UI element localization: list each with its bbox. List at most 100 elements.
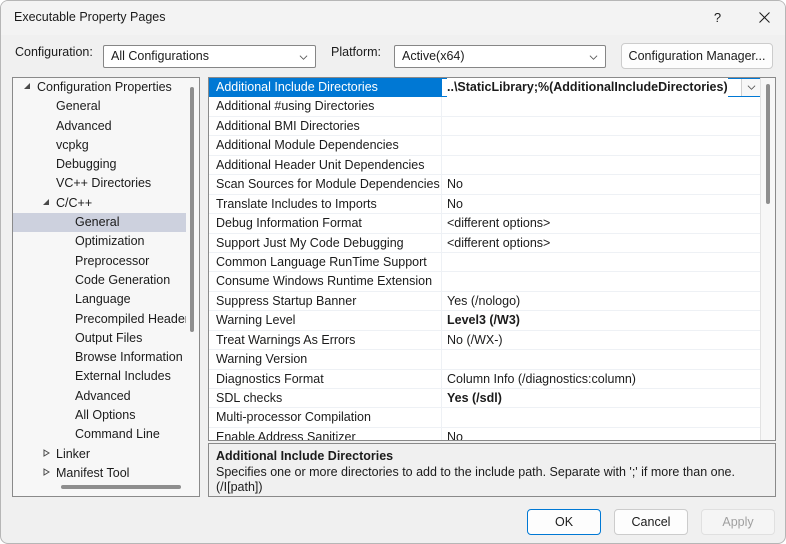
property-name: Translate Includes to Imports — [216, 196, 377, 211]
cancel-button[interactable]: Cancel — [614, 509, 688, 535]
property-row[interactable]: Consume Windows Runtime Extension — [209, 272, 762, 292]
property-row[interactable]: Additional Header Unit Dependencies — [209, 155, 762, 176]
tree-item-label: External Includes — [75, 369, 171, 384]
property-row[interactable]: Warning Version — [209, 350, 762, 370]
tree-vertical-scrollbar[interactable] — [186, 79, 198, 480]
tree-item-label: Language — [75, 292, 131, 307]
column-divider — [441, 272, 442, 292]
tree-item-vc-directories[interactable]: VC++ Directories — [13, 174, 187, 193]
tree-item-optimization[interactable]: Optimization — [13, 232, 187, 251]
help-button[interactable]: ? — [695, 1, 740, 34]
property-row[interactable]: Debug Information Format <different optio… — [209, 214, 762, 234]
property-name: Treat Warnings As Errors — [216, 332, 356, 347]
tree-item-label: Advanced — [56, 118, 112, 133]
property-value: No (/WX-) — [447, 332, 503, 347]
tree-item-code-generation[interactable]: Code Generation — [13, 271, 187, 290]
property-tree-viewport: Configuration Properties General Advanced v… — [13, 78, 187, 481]
column-divider — [441, 369, 442, 389]
property-row[interactable]: Treat Warnings As Errors No (/WX-) — [209, 330, 762, 351]
tree-item-label: Optimization — [75, 234, 145, 249]
property-row[interactable]: Translate Includes to Imports No — [209, 194, 762, 215]
tree-item-label: VC++ Directories — [56, 176, 152, 191]
property-row[interactable]: Common Language RunTime Support — [209, 252, 762, 273]
tree-item-linker[interactable]: Linker — [13, 445, 187, 464]
property-name: SDL checks — [216, 391, 283, 405]
property-value: ..\StaticLibrary;%(AdditionalIncludeDire… — [447, 78, 728, 98]
ok-button[interactable]: OK — [527, 509, 601, 535]
close-icon — [759, 12, 770, 23]
property-row[interactable]: Additional Module Dependencies — [209, 136, 762, 156]
tree-item-label: Advanced — [75, 388, 131, 403]
property-row[interactable]: Support Just My Code Debugging <different… — [209, 233, 762, 253]
tree-item-external-includes[interactable]: External Includes — [13, 367, 187, 386]
tree-item-language[interactable]: Language — [13, 290, 187, 309]
chevron-down-icon — [299, 55, 308, 60]
tree-horizontal-scroll-thumb[interactable] — [61, 485, 181, 489]
column-divider — [441, 389, 442, 409]
tree-item-label: Code Generation — [75, 272, 171, 287]
column-divider — [441, 233, 442, 253]
property-row[interactable]: Multi-processor Compilation — [209, 408, 762, 428]
triangle-right-icon[interactable] — [38, 464, 54, 481]
property-value: Level3 (/W3) — [447, 313, 520, 328]
tree-item-command-line[interactable]: Command Line — [13, 425, 187, 444]
tree-item-output-files[interactable]: Output Files — [13, 329, 187, 348]
platform-dropdown[interactable]: Active(x64) — [394, 45, 606, 68]
tree-item-browse-information[interactable]: Browse Information — [13, 348, 187, 367]
property-tree: Configuration Properties General Advanced v… — [12, 77, 200, 497]
property-row[interactable]: Additional BMI Directories — [209, 116, 762, 137]
tree-item-advanced[interactable]: Advanced — [13, 387, 187, 406]
tree-horizontal-scrollbar[interactable] — [14, 480, 186, 495]
property-name: Additional Module Dependencies — [216, 138, 399, 153]
property-row[interactable]: Suppress Startup Banner Yes (/nologo) — [209, 291, 762, 312]
tree-item-precompiled-header[interactable]: Precompiled Header — [13, 310, 187, 329]
configuration-label: Configuration: — [15, 45, 93, 59]
grid-vertical-scroll-thumb[interactable] — [766, 84, 770, 204]
title-bar: Executable Property Pages ? — [1, 1, 785, 35]
tree-item-advanced[interactable]: Advanced — [13, 117, 187, 136]
property-row[interactable]: Additional #using Directories — [209, 97, 762, 117]
tree-item-vcpkg[interactable]: vcpkg — [13, 136, 187, 155]
triangle-down-icon[interactable] — [38, 194, 54, 213]
property-name: Additional Header Unit Dependencies — [216, 157, 425, 172]
property-row[interactable]: Warning Level Level3 (/W3) — [209, 311, 762, 331]
property-name: Enable Address Sanitizer — [216, 429, 356, 440]
property-row[interactable]: SDL checks Yes (/sdl) — [209, 389, 762, 409]
configuration-manager-button[interactable]: Configuration Manager... — [621, 43, 773, 69]
property-name: Scan Sources for Module Dependencies — [216, 177, 440, 192]
triangle-right-icon[interactable] — [38, 445, 54, 464]
window-title: Executable Property Pages — [14, 10, 166, 24]
property-row[interactable]: Scan Sources for Module Dependencies No — [209, 175, 762, 195]
tree-item-all-options[interactable]: All Options — [13, 406, 187, 425]
column-divider — [441, 408, 442, 428]
tree-item-configuration-properties[interactable]: Configuration Properties — [13, 78, 187, 97]
tree-item-general[interactable]: General — [13, 97, 187, 116]
property-name: Additional BMI Directories — [216, 118, 360, 133]
column-divider — [441, 214, 442, 234]
configuration-dropdown[interactable]: All Configurations — [103, 45, 316, 68]
platform-label: Platform: — [331, 45, 382, 59]
tree-item-preprocessor[interactable]: Preprocessor — [13, 252, 187, 271]
property-name: Warning Level — [216, 313, 296, 328]
tree-vertical-scroll-thumb[interactable] — [190, 87, 194, 332]
grid-vertical-scrollbar[interactable] — [760, 78, 775, 440]
column-divider — [441, 175, 442, 195]
close-button[interactable] — [742, 1, 785, 34]
property-row[interactable]: Additional Include Directories ..\StaticL… — [209, 78, 762, 98]
tree-item-label: C/C++ — [56, 195, 93, 210]
tree-item-c-c[interactable]: C/C++ — [13, 194, 187, 213]
apply-button: Apply — [701, 509, 775, 535]
property-row[interactable]: Diagnostics Format Column Info (/diagnost… — [209, 369, 762, 389]
column-divider — [441, 155, 442, 176]
triangle-down-icon[interactable] — [19, 78, 35, 97]
column-divider — [441, 291, 442, 312]
tree-item-debugging[interactable]: Debugging — [13, 155, 187, 174]
tree-item-label: Configuration Properties — [37, 80, 172, 94]
property-value: Column Info (/diagnostics:column) — [447, 371, 636, 386]
property-row[interactable]: Enable Address Sanitizer No — [209, 427, 762, 440]
chevron-down-icon[interactable] — [741, 79, 761, 97]
property-value: No — [447, 429, 463, 440]
tree-item-general[interactable]: General — [13, 213, 187, 233]
tree-item-manifest-tool[interactable]: Manifest Tool — [13, 464, 187, 481]
column-divider — [441, 252, 442, 273]
